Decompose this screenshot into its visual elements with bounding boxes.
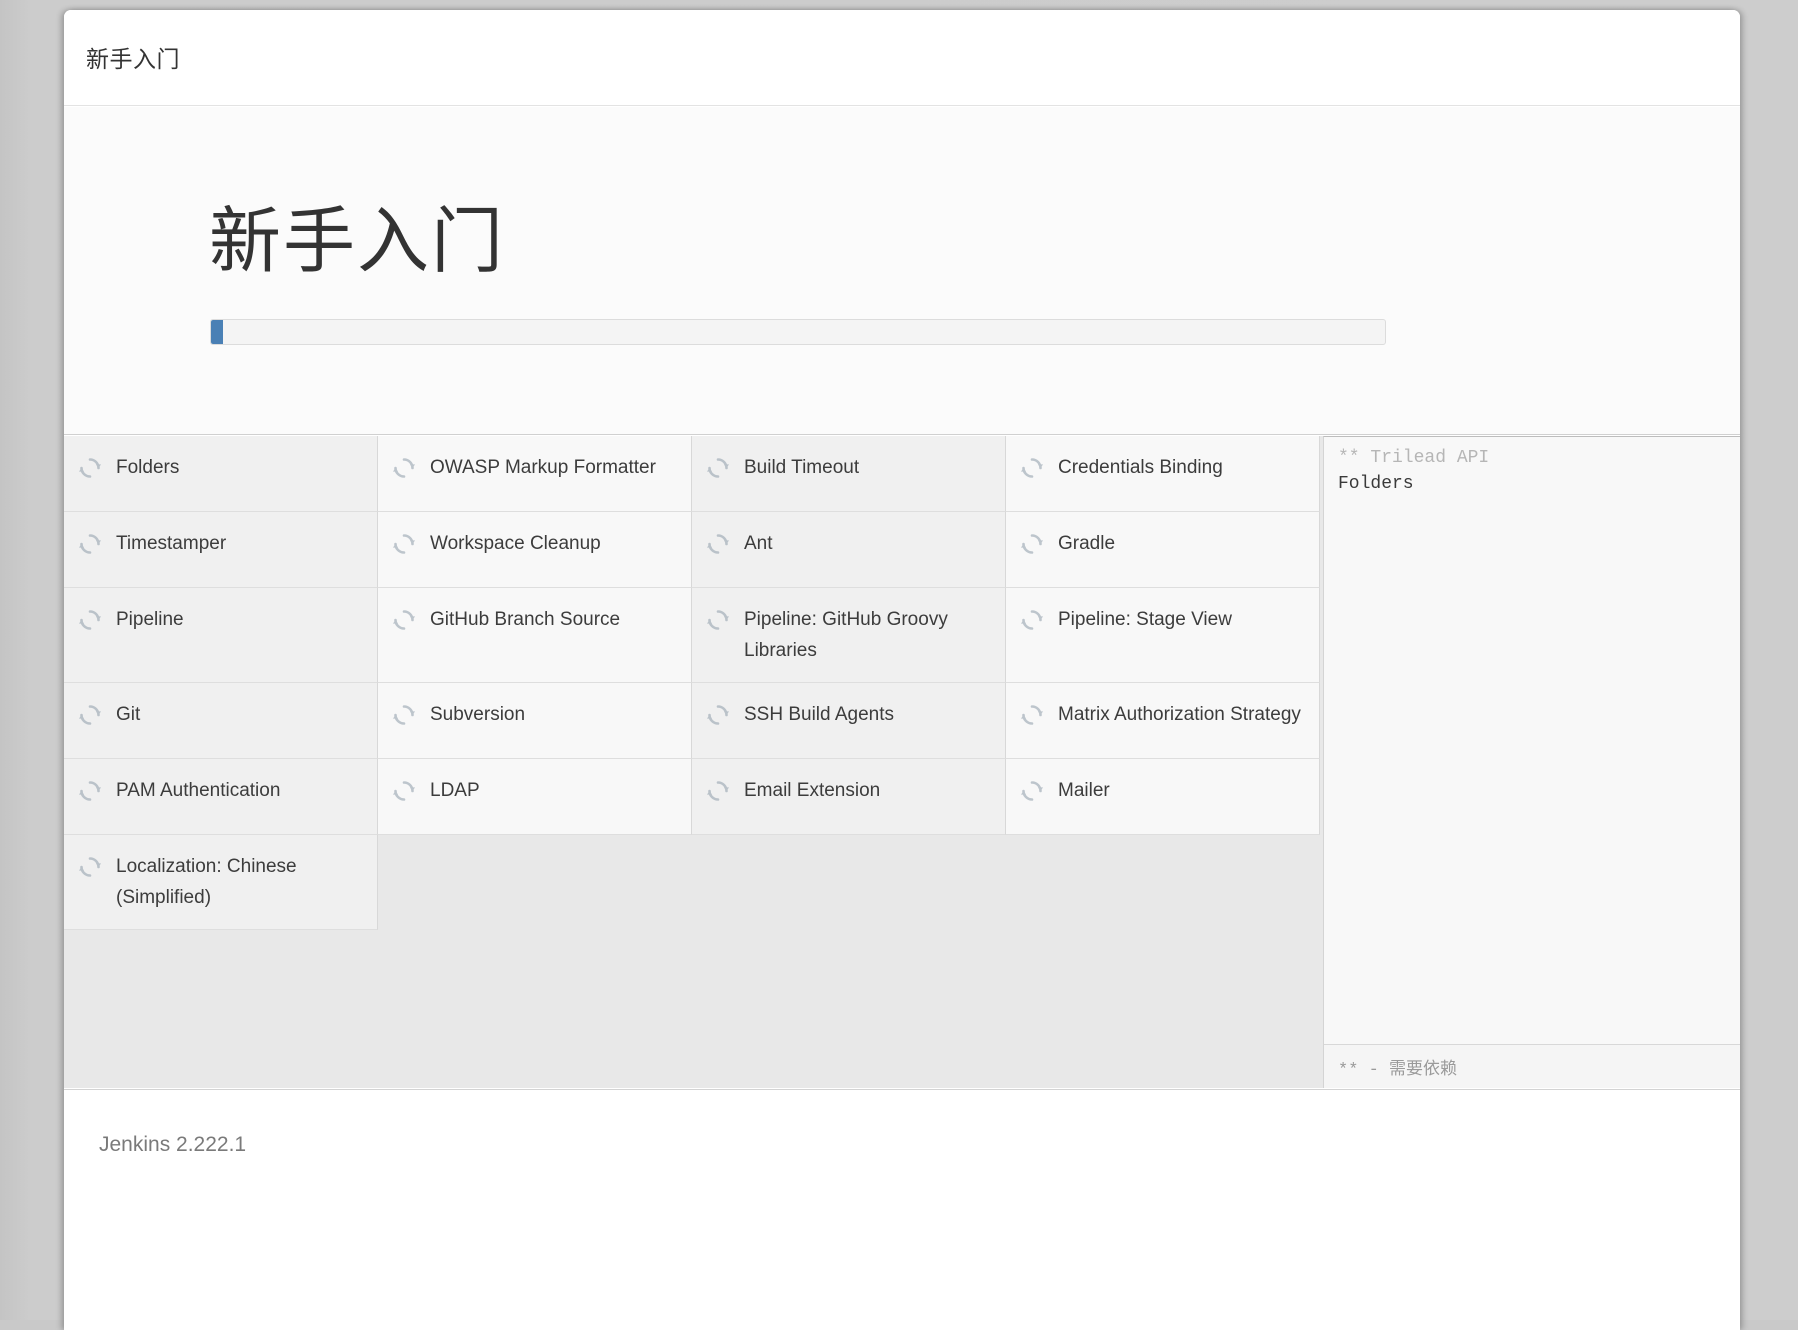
plugin-name-label: Workspace Cleanup <box>430 533 601 554</box>
plugin-install-item: Pipeline: Stage View <box>1006 588 1320 683</box>
spinner-icon <box>706 532 730 556</box>
spinner-icon <box>706 608 730 632</box>
plugin-name-label: Folders <box>116 457 180 478</box>
plugin-install-item: Pipeline: GitHub Groovy Libraries <box>692 588 1006 683</box>
plugin-name-label: Subversion <box>430 704 526 725</box>
plugin-name-label: Build Timeout <box>744 457 860 478</box>
plugin-install-item: OWASP Markup Formatter <box>378 436 692 512</box>
plugin-install-item: Folders <box>64 436 378 512</box>
plugin-install-item: PAM Authentication <box>64 759 378 835</box>
plugin-name-label: Ant <box>744 533 773 554</box>
dependency-footnote: ** - 需要依赖 <box>1324 1044 1740 1088</box>
plugin-name-label: SSH Build Agents <box>744 704 894 725</box>
install-log-line: Folders <box>1338 474 1414 494</box>
wizard-header: 新手入门 <box>64 10 1740 106</box>
page-title: 新手入门 <box>209 202 506 282</box>
plugin-grid-row: Pipeline GitHub Branch Source Pipeline: Gi… <box>64 588 1322 683</box>
plugin-grid-row: Git Subversion SSH Build Agents Matrix Auth… <box>64 683 1322 759</box>
plugin-install-item: Email Extension <box>692 759 1006 835</box>
install-progress-bar <box>210 319 1386 345</box>
plugin-install-item: Gradle <box>1006 512 1320 588</box>
plugin-install-grid: Folders OWASP Markup Formatter Build Timeo… <box>64 436 1322 1088</box>
plugin-install-item: SSH Build Agents <box>692 683 1006 759</box>
spinner-icon <box>392 532 416 556</box>
plugin-name-label: LDAP <box>430 780 480 801</box>
plugin-install-item: Ant <box>692 512 1006 588</box>
plugin-name-label: Mailer <box>1058 780 1110 801</box>
plugin-name-label: Pipeline: GitHub Groovy Libraries <box>744 609 948 661</box>
spinner-icon <box>1020 608 1044 632</box>
plugin-name-label: Gradle <box>1058 533 1116 554</box>
spinner-icon <box>392 608 416 632</box>
plugin-name-label: Pipeline <box>116 609 184 630</box>
plugin-install-item: Build Timeout <box>692 436 1006 512</box>
spinner-icon <box>1020 703 1044 727</box>
plugin-install-item: GitHub Branch Source <box>378 588 692 683</box>
plugin-install-item: Matrix Authorization Strategy <box>1006 683 1320 759</box>
page-root: 新手入门 新手入门 Folders OWASP Markup Formatter B… <box>0 0 1798 1330</box>
plugin-grid-row: Timestamper Workspace Cleanup Ant Gradle <box>64 512 1322 588</box>
wizard-panel: 新手入门 新手入门 Folders OWASP Markup Formatter B… <box>64 10 1740 1330</box>
plugin-name-label: Credentials Binding <box>1058 457 1223 478</box>
install-log-panel[interactable]: ** Trilead API Folders ** - 需要依赖 <box>1323 436 1740 1088</box>
plugin-install-item: Localization: Chinese (Simplified) <box>64 835 378 930</box>
spinner-icon <box>78 456 102 480</box>
plugin-grid-row: Localization: Chinese (Simplified) <box>64 835 1322 930</box>
plugin-name-label: Git <box>116 704 141 725</box>
spinner-icon <box>392 779 416 803</box>
plugin-name-label: Timestamper <box>116 533 227 554</box>
plugin-name-label: PAM Authentication <box>116 780 281 801</box>
spinner-icon <box>392 703 416 727</box>
install-progress-fill <box>211 320 223 344</box>
plugin-grid-empty-cell <box>378 835 692 930</box>
plugin-grid-empty-cell <box>1006 835 1320 930</box>
plugin-install-item: Subversion <box>378 683 692 759</box>
plugin-name-label: Pipeline: Stage View <box>1058 609 1232 630</box>
plugin-install-item: Credentials Binding <box>1006 436 1320 512</box>
install-body: Folders OWASP Markup Formatter Build Timeo… <box>64 436 1740 1088</box>
plugin-grid-row: PAM Authentication LDAP Email Extension Mai… <box>64 759 1322 835</box>
jenkins-version-label: Jenkins 2.222.1 <box>99 1133 247 1156</box>
plugin-grid-empty-cell <box>692 835 1006 930</box>
plugin-install-item: Timestamper <box>64 512 378 588</box>
spinner-icon <box>706 779 730 803</box>
spinner-icon <box>1020 779 1044 803</box>
spinner-icon <box>78 532 102 556</box>
plugin-name-label: Localization: Chinese (Simplified) <box>116 856 297 908</box>
spinner-icon <box>78 608 102 632</box>
plugin-name-label: Matrix Authorization Strategy <box>1058 704 1301 725</box>
spinner-icon <box>706 456 730 480</box>
wizard-footer: Jenkins 2.222.1 <box>64 1089 1740 1330</box>
spinner-icon <box>706 703 730 727</box>
install-log-line: ** Trilead API <box>1338 448 1490 468</box>
spinner-icon <box>78 703 102 727</box>
spinner-icon <box>392 456 416 480</box>
plugin-name-label: OWASP Markup Formatter <box>430 457 656 478</box>
setup-hero-section: 新手入门 <box>64 107 1740 435</box>
plugin-name-label: Email Extension <box>744 780 881 801</box>
plugin-grid-row: Folders OWASP Markup Formatter Build Timeo… <box>64 436 1322 512</box>
plugin-install-item: LDAP <box>378 759 692 835</box>
plugin-name-label: GitHub Branch Source <box>430 609 621 630</box>
plugin-install-item: Pipeline <box>64 588 378 683</box>
spinner-icon <box>1020 456 1044 480</box>
plugin-install-item: Git <box>64 683 378 759</box>
plugin-install-item: Mailer <box>1006 759 1320 835</box>
spinner-icon <box>78 779 102 803</box>
install-log-lines: ** Trilead API Folders <box>1338 445 1732 1040</box>
plugin-install-item: Workspace Cleanup <box>378 512 692 588</box>
spinner-icon <box>1020 532 1044 556</box>
wizard-header-title: 新手入门 <box>86 46 180 72</box>
spinner-icon <box>78 855 102 879</box>
